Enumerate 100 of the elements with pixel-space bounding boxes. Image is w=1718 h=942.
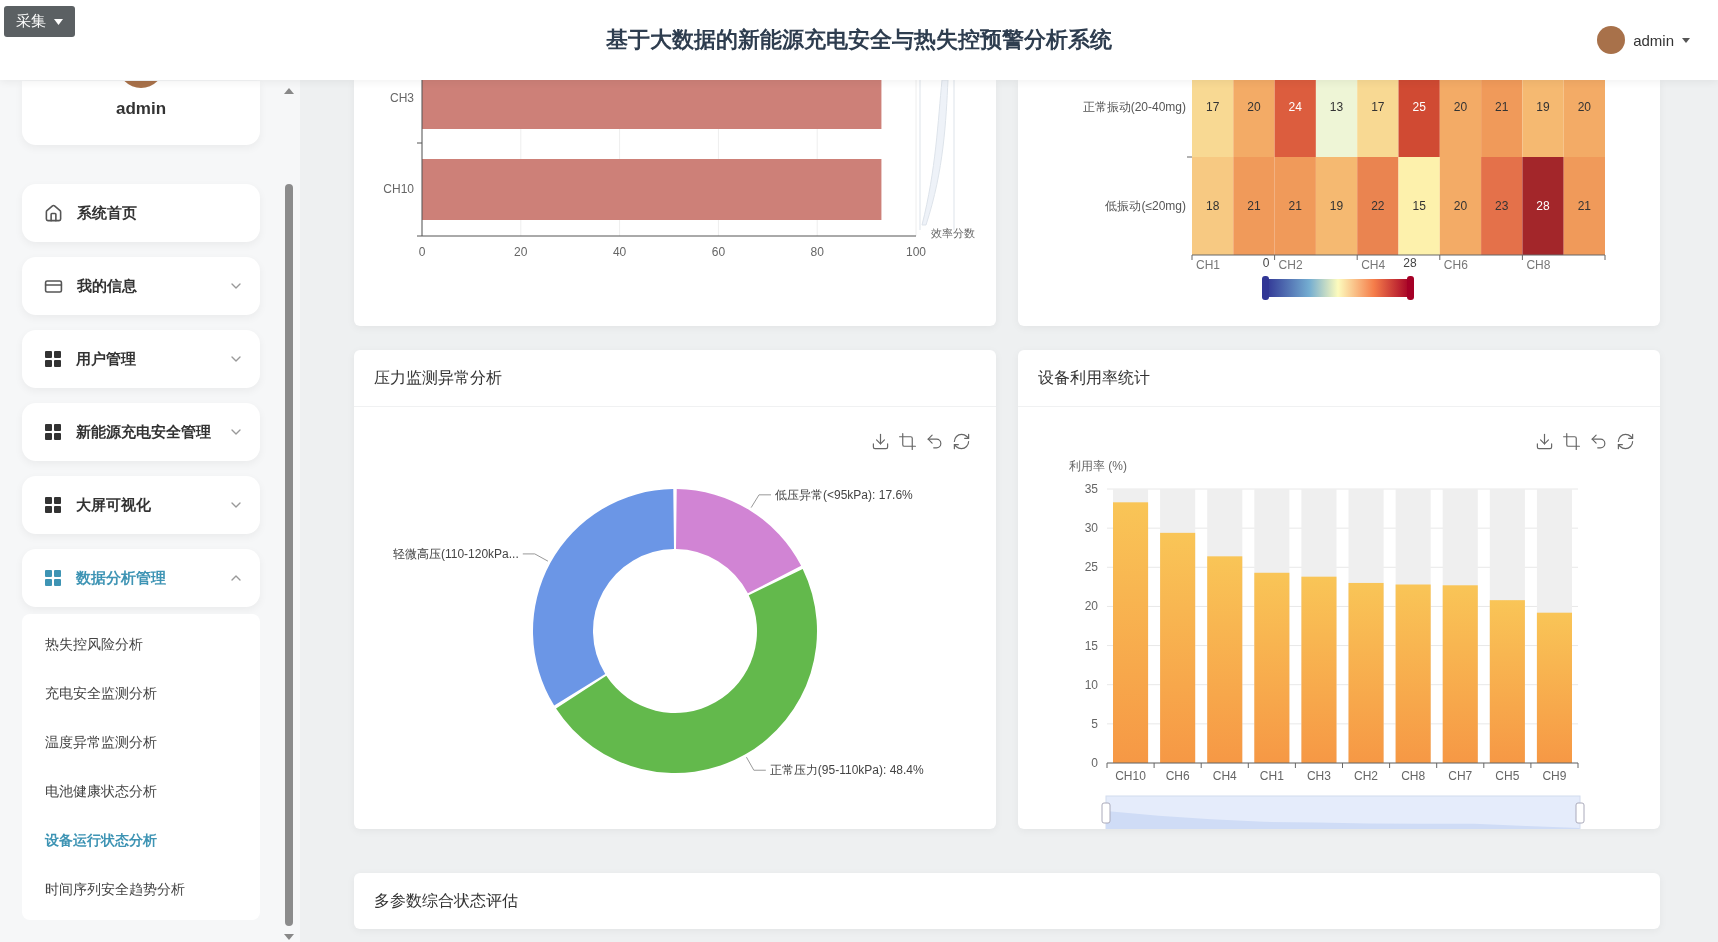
tick-label: 5 <box>1091 716 1098 731</box>
cell-value: 20 <box>1247 100 1261 114</box>
tick-label: CH3 <box>1306 769 1331 783</box>
user-name[interactable]: admin <box>1633 31 1674 49</box>
tick-label: 0 <box>1091 756 1098 770</box>
tick-label: 15 <box>1084 638 1098 653</box>
tick-label: CH8 <box>1401 769 1426 783</box>
tick-label: 10 <box>1084 677 1098 692</box>
zoom-slider[interactable] <box>1101 795 1585 829</box>
tick-label: 60 <box>711 245 726 259</box>
cell-value: 20 <box>1453 100 1468 114</box>
cell-value: 19 <box>1329 199 1344 213</box>
grid-icon <box>44 423 62 441</box>
tick-label: CH1 <box>1196 258 1220 272</box>
refresh-icon[interactable] <box>1616 432 1635 451</box>
tick-label: CH3 <box>390 91 414 105</box>
grid-icon <box>44 569 62 587</box>
caret-icon[interactable] <box>1682 37 1690 43</box>
cell-value: 25 <box>1412 100 1426 114</box>
tick-label: CH7 <box>1448 769 1473 783</box>
tick-label: CH8 <box>1526 258 1551 272</box>
scale-handle[interactable] <box>1407 276 1414 300</box>
tick-label: 25 <box>1084 560 1098 575</box>
tick-label: 20 <box>514 245 528 259</box>
tick-label: CH2 <box>1354 769 1379 783</box>
refresh-icon[interactable] <box>952 432 971 451</box>
cell-value: 24 <box>1288 100 1302 114</box>
scale-max-label: 28 <box>1403 256 1417 270</box>
tick-label: CH10 <box>1115 769 1146 783</box>
leader-line <box>745 756 767 771</box>
row-label: 低振动(≤20mg) <box>1105 199 1186 213</box>
cell-value: 21 <box>1288 199 1302 213</box>
caret-icon <box>54 18 63 25</box>
slice-label: 正常压力(95-110kPa): 48.4% <box>769 763 924 778</box>
card-title: 多参数综合状态评估 <box>374 890 518 911</box>
scale-handle[interactable] <box>1262 276 1269 300</box>
tick-label: 40 <box>612 245 627 259</box>
tick-label: CH6 <box>1165 769 1190 783</box>
tick-label: CH10 <box>383 182 414 196</box>
submenu-item[interactable]: 电池健康状态分析 <box>22 767 260 816</box>
submenu-item[interactable]: 时间序列安全趋势分析 <box>22 865 260 914</box>
undo-icon[interactable] <box>925 432 944 451</box>
slice-label: 低压异常(<95kPa): 17.6% <box>775 487 913 502</box>
cell-value: 21 <box>1247 199 1261 213</box>
crop-icon[interactable] <box>1562 432 1581 451</box>
submenu-item[interactable]: 温度异常监测分析 <box>22 718 260 767</box>
scrollbar[interactable] <box>283 86 295 942</box>
leader-line <box>522 553 549 562</box>
tick-label: 30 <box>1084 521 1098 536</box>
tick-label: 20 <box>1084 599 1098 614</box>
cell-value: 19 <box>1536 100 1550 114</box>
cell-value: 22 <box>1371 199 1385 213</box>
download-icon[interactable] <box>1535 432 1554 451</box>
leader-line <box>750 494 772 509</box>
cell-value: 23 <box>1495 199 1509 213</box>
tick-label: 80 <box>810 245 824 259</box>
grid-icon <box>44 350 62 368</box>
cell-value: 18 <box>1205 199 1220 213</box>
menu-item[interactable]: 大屏可视化 <box>22 476 260 534</box>
submenu-item[interactable]: 热失控风险分析 <box>22 620 260 669</box>
tick-label: CH6 <box>1443 258 1468 272</box>
tick-label: CH4 <box>1212 769 1237 783</box>
menu-item[interactable]: 我的信息 <box>22 257 260 315</box>
card-title: 压力监测异常分析 <box>374 367 502 388</box>
tick-label: CH9 <box>1542 769 1567 783</box>
grid-icon <box>44 496 62 514</box>
card-title: 设备利用率统计 <box>1038 367 1150 388</box>
tick-label: 35 <box>1084 482 1098 496</box>
undo-icon[interactable] <box>1589 432 1608 451</box>
crop-icon[interactable] <box>898 432 917 451</box>
cell-value: 13 <box>1329 100 1344 114</box>
cell-value: 17 <box>1371 100 1385 114</box>
menu-item[interactable]: 系统首页 <box>22 184 260 242</box>
submenu-item[interactable]: 充电安全监测分析 <box>22 669 260 718</box>
cell-value: 21 <box>1495 100 1509 114</box>
menu-item[interactable]: 新能源充电安全管理 <box>22 403 260 461</box>
cell-value: 17 <box>1205 100 1220 114</box>
cell-value: 21 <box>1577 199 1592 213</box>
tick-label: CH2 <box>1278 258 1303 272</box>
cell-value: 28 <box>1536 199 1550 213</box>
download-icon[interactable] <box>871 432 890 451</box>
avatar[interactable] <box>1597 26 1626 54</box>
axis-label: 效率分数 <box>931 227 975 239</box>
cell-value: 15 <box>1412 199 1426 213</box>
collect-button[interactable]: 采集 <box>4 6 75 37</box>
y-axis-tick <box>1186 156 1193 158</box>
cell-value: 20 <box>1577 100 1592 114</box>
scale-min-label: 0 <box>1262 256 1270 270</box>
cell-value: 20 <box>1453 199 1468 213</box>
page-title: 基于大数据的新能源充电安全与热失控预警分析系统 <box>605 26 1113 54</box>
axis-title: 利用率 (%) <box>1069 459 1127 473</box>
tick-label: CH1 <box>1259 769 1284 783</box>
menu-item[interactable]: 用户管理 <box>22 330 260 388</box>
tick-label: CH5 <box>1495 769 1520 783</box>
home-icon <box>44 203 63 223</box>
row-label: 正常振动(20-40mg) <box>1082 100 1186 114</box>
tick-label: 0 <box>418 245 426 259</box>
tick-label: 100 <box>906 245 926 259</box>
slice-label: 轻微高压(110-120kPa... <box>392 546 519 561</box>
profile-name: admin <box>115 99 167 119</box>
